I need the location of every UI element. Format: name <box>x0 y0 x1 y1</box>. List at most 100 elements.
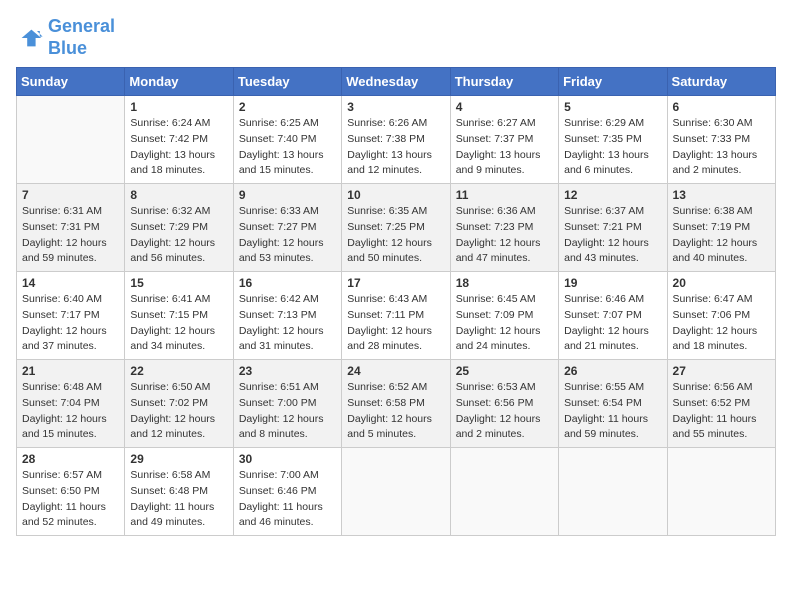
day-info-line: Sunset: 7:13 PM <box>239 309 317 321</box>
day-info-line: Sunrise: 6:25 AM <box>239 117 319 129</box>
calendar-week-row: 1Sunrise: 6:24 AMSunset: 7:42 PMDaylight… <box>17 96 776 184</box>
day-info-line: Sunset: 6:50 PM <box>22 485 100 497</box>
day-info-line: and 59 minutes. <box>22 252 97 264</box>
day-info-line: Sunrise: 6:45 AM <box>456 293 536 305</box>
day-info: Sunrise: 7:00 AMSunset: 6:46 PMDaylight:… <box>239 468 336 531</box>
day-number: 16 <box>239 276 336 290</box>
day-info-line: Daylight: 12 hours <box>564 325 649 337</box>
day-info-line: Sunset: 7:19 PM <box>673 221 751 233</box>
day-number: 13 <box>673 188 770 202</box>
calendar-cell: 18Sunrise: 6:45 AMSunset: 7:09 PMDayligh… <box>450 272 558 360</box>
day-info-line: Daylight: 12 hours <box>130 325 215 337</box>
day-number: 11 <box>456 188 553 202</box>
calendar-cell: 16 Sunrise: 6:42 AM Sunset: 7:13 PM Dayligh… <box>233 272 341 360</box>
day-info-line: Sunrise: 6:26 AM <box>347 117 427 129</box>
day-info: Sunrise: 6:40 AMSunset: 7:17 PMDaylight:… <box>22 292 119 355</box>
calendar-cell <box>342 448 450 536</box>
day-info: Sunrise: 6:27 AMSunset: 7:37 PMDaylight:… <box>456 116 553 179</box>
calendar-cell: 10Sunrise: 6:35 AMSunset: 7:25 PMDayligh… <box>342 184 450 272</box>
day-info-line: Sunrise: 6:40 AM <box>22 293 102 305</box>
day-info-line: Daylight: 12 hours <box>347 237 432 249</box>
calendar-cell <box>17 96 125 184</box>
day-info-line: and 53 minutes. <box>239 252 314 264</box>
calendar-header-monday: Monday <box>125 68 233 96</box>
day-info-line: Sunset: 7:37 PM <box>456 133 534 145</box>
day-number: 23 <box>239 364 336 378</box>
calendar-cell: 25Sunrise: 6:53 AMSunset: 6:56 PMDayligh… <box>450 360 558 448</box>
calendar-cell <box>667 448 775 536</box>
day-info-line: Sunrise: 6:27 AM <box>456 117 536 129</box>
calendar-cell: 13 Sunrise: 6:38 AMSunset: 7:19 PMDayligh… <box>667 184 775 272</box>
calendar-cell: 3Sunrise: 6:26 AMSunset: 7:38 PMDaylight… <box>342 96 450 184</box>
day-info-line: Sunset: 7:00 PM <box>239 397 317 409</box>
day-info-line: Daylight: 11 hours <box>564 413 648 425</box>
day-number: 14 <box>22 276 119 290</box>
day-info: Sunrise: 6:53 AMSunset: 6:56 PMDaylight:… <box>456 380 553 443</box>
day-info-line: and 55 minutes. <box>673 428 748 440</box>
day-info-line: Daylight: 12 hours <box>456 325 541 337</box>
calendar-header-thursday: Thursday <box>450 68 558 96</box>
day-info-line: Sunset: 7:29 PM <box>130 221 208 233</box>
logo-text: General Blue <box>48 16 115 59</box>
day-info-line: Sunset: 7:33 PM <box>673 133 751 145</box>
day-info-line: Daylight: 12 hours <box>239 325 324 337</box>
day-info: Sunrise: 6:43 AMSunset: 7:11 PMDaylight:… <box>347 292 444 355</box>
day-info: Sunrise: 6:29 AMSunset: 7:35 PMDaylight:… <box>564 116 661 179</box>
day-info-line: and 2 minutes. <box>673 164 742 176</box>
day-number: 12 <box>564 188 661 202</box>
day-info-line: Daylight: 12 hours <box>130 413 215 425</box>
calendar-week-row: 21 Sunrise: 6:48 AMSunset: 7:04 PMDayligh… <box>17 360 776 448</box>
day-info-line: and 24 minutes. <box>456 340 531 352</box>
day-info-line: Sunset: 6:46 PM <box>239 485 317 497</box>
day-info-line: Daylight: 11 hours <box>130 501 214 513</box>
day-info: Sunrise: 6:38 AMSunset: 7:19 PMDaylight:… <box>673 204 770 267</box>
day-info-line: Sunset: 7:40 PM <box>239 133 317 145</box>
calendar-cell: 8Sunrise: 6:32 AMSunset: 7:29 PMDaylight… <box>125 184 233 272</box>
day-number: 22 <box>130 364 227 378</box>
day-info-line: Sunset: 7:09 PM <box>456 309 534 321</box>
calendar-cell: 14 Sunrise: 6:40 AMSunset: 7:17 PMDayligh… <box>17 272 125 360</box>
day-info-line: Daylight: 12 hours <box>239 237 324 249</box>
day-info-line: Sunrise: 6:58 AM <box>130 469 210 481</box>
day-info-line: Sunrise: 6:43 AM <box>347 293 427 305</box>
day-number: 21 <box>22 364 119 378</box>
day-info-line: and 59 minutes. <box>564 428 639 440</box>
day-info-line: Sunrise: 6:55 AM <box>564 381 644 393</box>
calendar-cell <box>450 448 558 536</box>
calendar-cell: 26Sunrise: 6:55 AMSunset: 6:54 PMDayligh… <box>559 360 667 448</box>
day-number: 8 <box>130 188 227 202</box>
day-info-line: Sunrise: 6:33 AM <box>239 205 319 217</box>
day-info-line: Daylight: 12 hours <box>22 325 107 337</box>
day-info-line: Sunrise: 6:53 AM <box>456 381 536 393</box>
day-info-line: Daylight: 12 hours <box>456 237 541 249</box>
calendar-cell: 12Sunrise: 6:37 AMSunset: 7:21 PMDayligh… <box>559 184 667 272</box>
calendar-week-row: 28Sunrise: 6:57 AMSunset: 6:50 PMDayligh… <box>17 448 776 536</box>
day-info-line: and 50 minutes. <box>347 252 422 264</box>
day-info: Sunrise: 6:36 AMSunset: 7:23 PMDaylight:… <box>456 204 553 267</box>
day-info-line: Sunset: 6:58 PM <box>347 397 425 409</box>
day-info-line: Sunrise: 6:47 AM <box>673 293 753 305</box>
calendar-cell: 28Sunrise: 6:57 AMSunset: 6:50 PMDayligh… <box>17 448 125 536</box>
day-info-line: and 6 minutes. <box>564 164 633 176</box>
day-info-line: Daylight: 13 hours <box>130 149 215 161</box>
day-info-line: Sunset: 7:31 PM <box>22 221 100 233</box>
calendar-cell: 11 Sunrise: 6:36 AMSunset: 7:23 PMDayligh… <box>450 184 558 272</box>
day-info-line: Daylight: 11 hours <box>22 501 106 513</box>
day-info-line: Sunset: 6:56 PM <box>456 397 534 409</box>
day-info-line: and 34 minutes. <box>130 340 205 352</box>
day-number: 9 <box>239 188 336 202</box>
day-info-line: and 52 minutes. <box>22 516 97 528</box>
day-info-line: Sunrise: 6:37 AM <box>564 205 644 217</box>
day-info-line: Daylight: 12 hours <box>673 237 758 249</box>
calendar-cell: 15Sunrise: 6:41 AMSunset: 7:15 PMDayligh… <box>125 272 233 360</box>
day-number: 28 <box>22 452 119 466</box>
day-info-line: Sunrise: 6:30 AM <box>673 117 753 129</box>
day-number: 6 <box>673 100 770 114</box>
day-info-line: Sunrise: 6:42 AM <box>239 293 319 305</box>
calendar-cell: 1Sunrise: 6:24 AMSunset: 7:42 PMDaylight… <box>125 96 233 184</box>
day-info-line: Daylight: 12 hours <box>673 325 758 337</box>
calendar-cell: 4Sunrise: 6:27 AMSunset: 7:37 PMDaylight… <box>450 96 558 184</box>
day-info: Sunrise: 6:48 AMSunset: 7:04 PMDaylight:… <box>22 380 119 443</box>
day-info-line: Daylight: 12 hours <box>239 413 324 425</box>
day-info-line: and 18 minutes. <box>673 340 748 352</box>
